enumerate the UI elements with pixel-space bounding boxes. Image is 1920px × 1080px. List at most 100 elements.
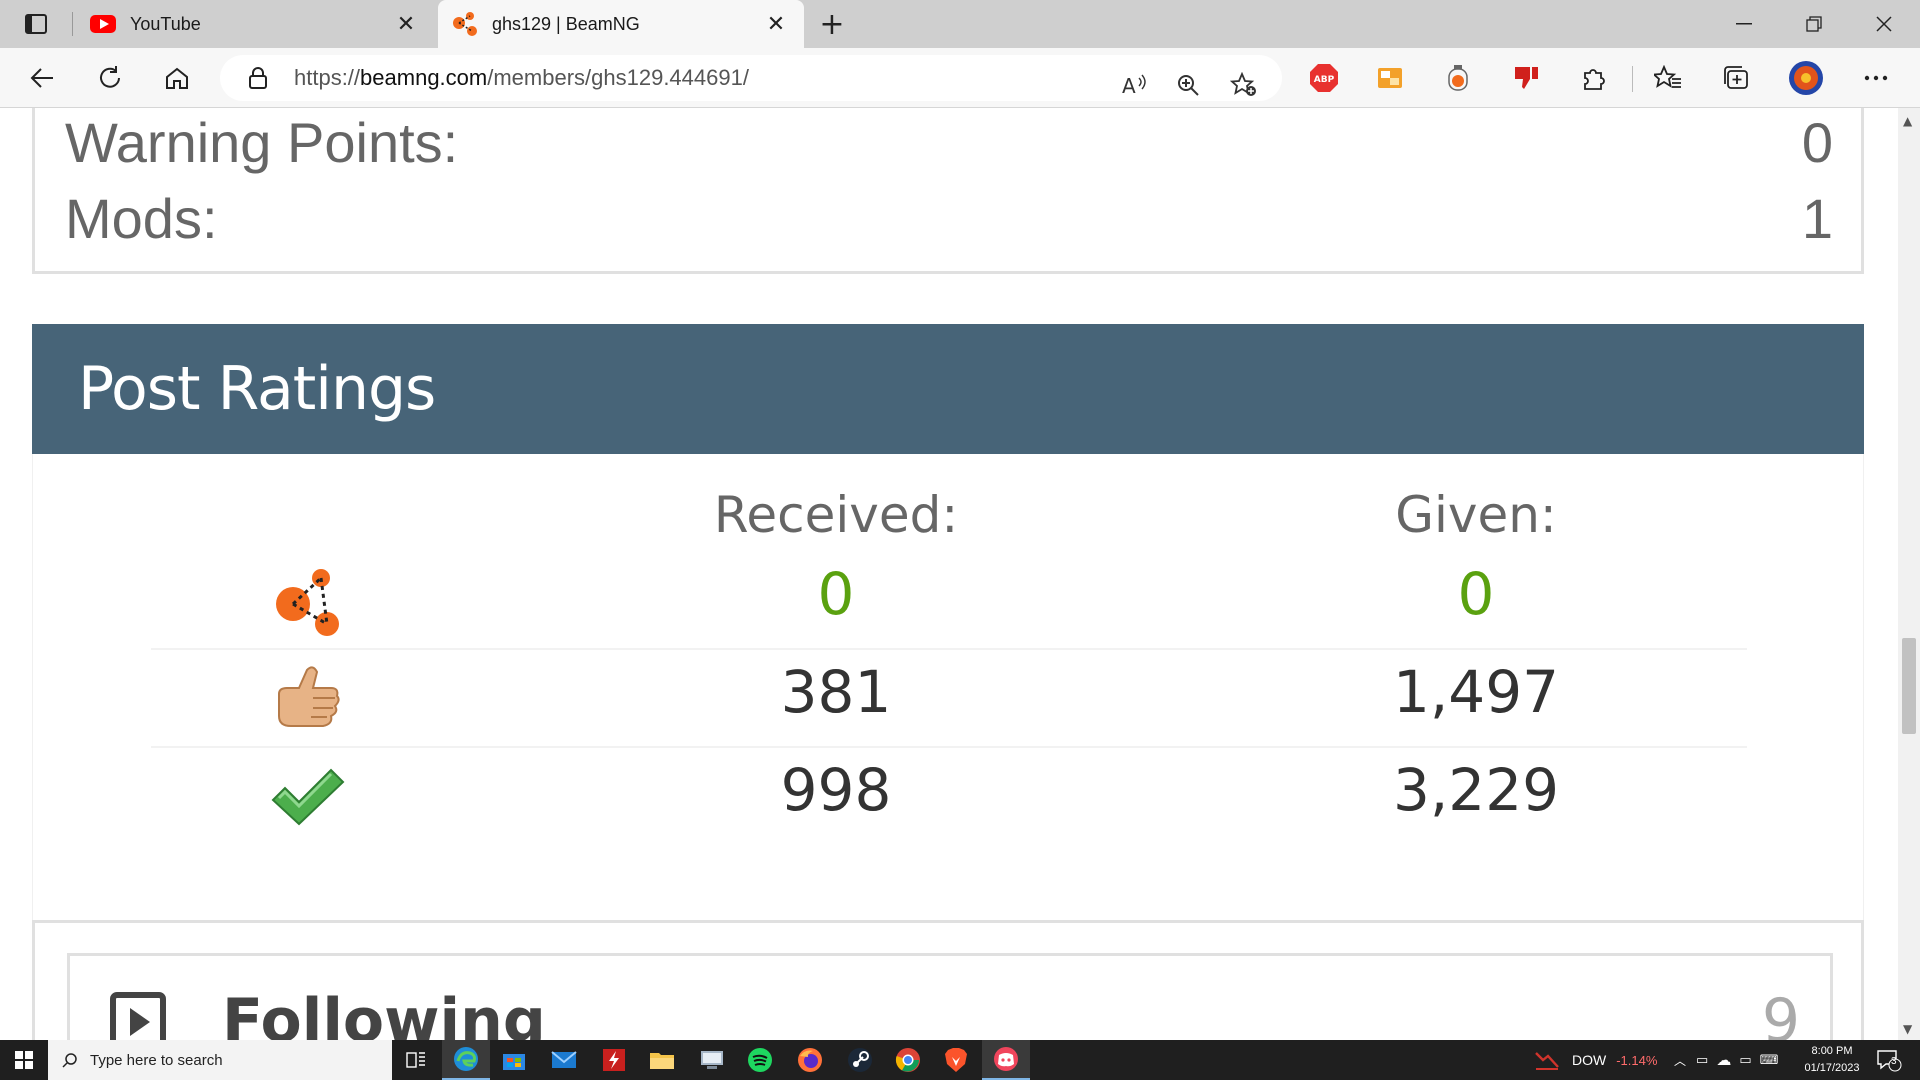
taskbar-flash-app[interactable] [590,1040,638,1080]
notification-icon [1877,1050,1902,1072]
computer-icon [701,1051,723,1069]
keyboard-icon[interactable]: ⌨ [1760,1052,1779,1068]
new-tab-button[interactable]: + [812,6,852,42]
brave-icon [945,1048,967,1072]
given-count[interactable]: 3,229 [1276,756,1676,824]
tab-title: ghs129 | BeamNG [492,13,640,34]
scroll-thumb[interactable] [1902,638,1916,734]
collections-button[interactable] [1718,60,1754,96]
clock-time: 8:00 PM [1811,1045,1853,1057]
taskbar-pc-app[interactable] [688,1040,736,1080]
refresh-icon [100,66,120,88]
tab-actions-button[interactable] [12,8,60,40]
scroll-down-icon[interactable]: ▼ [1903,1022,1912,1036]
back-arrow-icon [30,68,53,88]
windows-logo-icon [15,1051,33,1069]
given-count[interactable]: 0 [1276,560,1676,628]
usb-device-icon[interactable]: ▭ [1696,1052,1708,1068]
stat-value: 0 [1801,111,1833,174]
post-ratings-table: Received: Given: 0 0 381 1,497 998 3,229 [32,454,1864,976]
address-bar[interactable]: https://beamng.com/members/ghs129.444691… [220,55,1282,101]
back-button[interactable] [22,58,62,98]
zoom-button[interactable] [1170,67,1206,103]
tab-title: YouTube [130,13,201,34]
home-icon [166,67,188,89]
stock-label: DOW [1572,1052,1607,1068]
extension-picture-button[interactable] [1372,60,1408,96]
lock-icon[interactable] [248,66,268,90]
extension-orange-button[interactable] [1440,60,1476,96]
following-section: Following 9 [32,920,1864,1040]
notification-count: 3 [1891,1056,1897,1067]
potion-icon [1448,65,1468,91]
taskbar-search[interactable]: Type here to search [48,1040,392,1080]
home-button[interactable] [157,58,197,98]
taskbar-firefox[interactable] [786,1040,834,1080]
taskbar-mail[interactable] [540,1040,588,1080]
notification-center-button[interactable]: 3 [1876,1040,1902,1080]
rating-row-beamng: 0 0 [151,552,1747,650]
following-header[interactable]: Following 9 [67,953,1833,1040]
stock-widget[interactable]: DOW -1.14% [1534,1040,1657,1080]
extensions-button[interactable] [1576,60,1612,96]
minimize-button[interactable] [1710,0,1778,48]
tab-beamng[interactable]: ghs129 | BeamNG ✕ [438,0,804,48]
taskbar-discord[interactable] [982,1040,1030,1080]
task-view-button[interactable] [392,1040,440,1080]
received-column-header: Received: [713,486,959,544]
close-window-button[interactable] [1850,0,1918,48]
taskbar-spotify[interactable] [736,1040,784,1080]
received-count[interactable]: 0 [636,560,1036,628]
chevron-up-icon[interactable]: ︿ [1674,1052,1686,1069]
adblock-plus-button[interactable]: ABP [1306,60,1342,96]
search-placeholder: Type here to search [90,1051,223,1069]
scroll-up-icon[interactable]: ▲ [1903,114,1912,128]
taskbar-steam[interactable] [836,1040,884,1080]
tab-separator [72,12,73,36]
taskbar-chrome[interactable] [884,1040,932,1080]
taskbar-store[interactable] [490,1040,538,1080]
firefox-icon [798,1048,822,1072]
more-dots-icon [1864,75,1888,81]
puzzle-icon [1584,69,1605,90]
url-domain: beamng.com [360,65,488,90]
read-aloud-button[interactable]: A [1116,67,1152,103]
chrome-icon [895,1048,920,1072]
refresh-button[interactable] [90,58,130,98]
start-button[interactable] [0,1040,48,1080]
page-scrollbar[interactable]: ▲ ▼ [1898,108,1920,1040]
add-favorite-button[interactable] [1226,67,1262,103]
avatar-icon [1789,61,1823,95]
given-count[interactable]: 1,497 [1276,658,1676,726]
return-dislike-button[interactable] [1508,60,1544,96]
close-tab-icon[interactable]: ✕ [758,6,794,42]
settings-menu-button[interactable] [1858,60,1894,96]
url-text[interactable]: https://beamng.com/members/ghs129.444691… [294,65,749,91]
favorites-button[interactable] [1650,60,1686,96]
given-column-header: Given: [1395,486,1557,544]
taskbar-clock[interactable]: 8:00 PM 01/17/2023 [1790,1043,1874,1077]
taskbar-edge[interactable] [442,1040,490,1080]
close-tab-icon[interactable]: ✕ [388,6,424,42]
profile-avatar[interactable] [1788,60,1824,96]
stat-value[interactable]: 1 [1802,186,1833,251]
checkmark-icon [269,762,349,832]
section-title: Post Ratings [78,354,436,424]
thumbs-down-icon [1515,67,1538,89]
restore-button[interactable] [1780,0,1848,48]
youtube-icon [90,11,116,37]
discord-icon [994,1047,1018,1071]
favorites-list-icon [1654,65,1681,88]
received-count[interactable]: 998 [636,756,1036,824]
taskbar-file-explorer[interactable] [638,1040,686,1080]
search-icon [62,1053,77,1068]
tab-youtube[interactable]: YouTube ✕ [76,0,434,48]
folder-icon [650,1053,674,1069]
taskbar-brave[interactable] [932,1040,980,1080]
received-count[interactable]: 381 [636,658,1036,726]
browser-toolbar: https://beamng.com/members/ghs129.444691… [0,48,1920,108]
onedrive-cloud-icon[interactable]: ☁ [1716,1051,1731,1069]
stock-change: -1.14% [1616,1052,1658,1068]
system-tray: ︿ ▭ ☁ ▭ ⌨ [1674,1040,1778,1080]
network-icon[interactable]: ▭ [1739,1052,1751,1068]
